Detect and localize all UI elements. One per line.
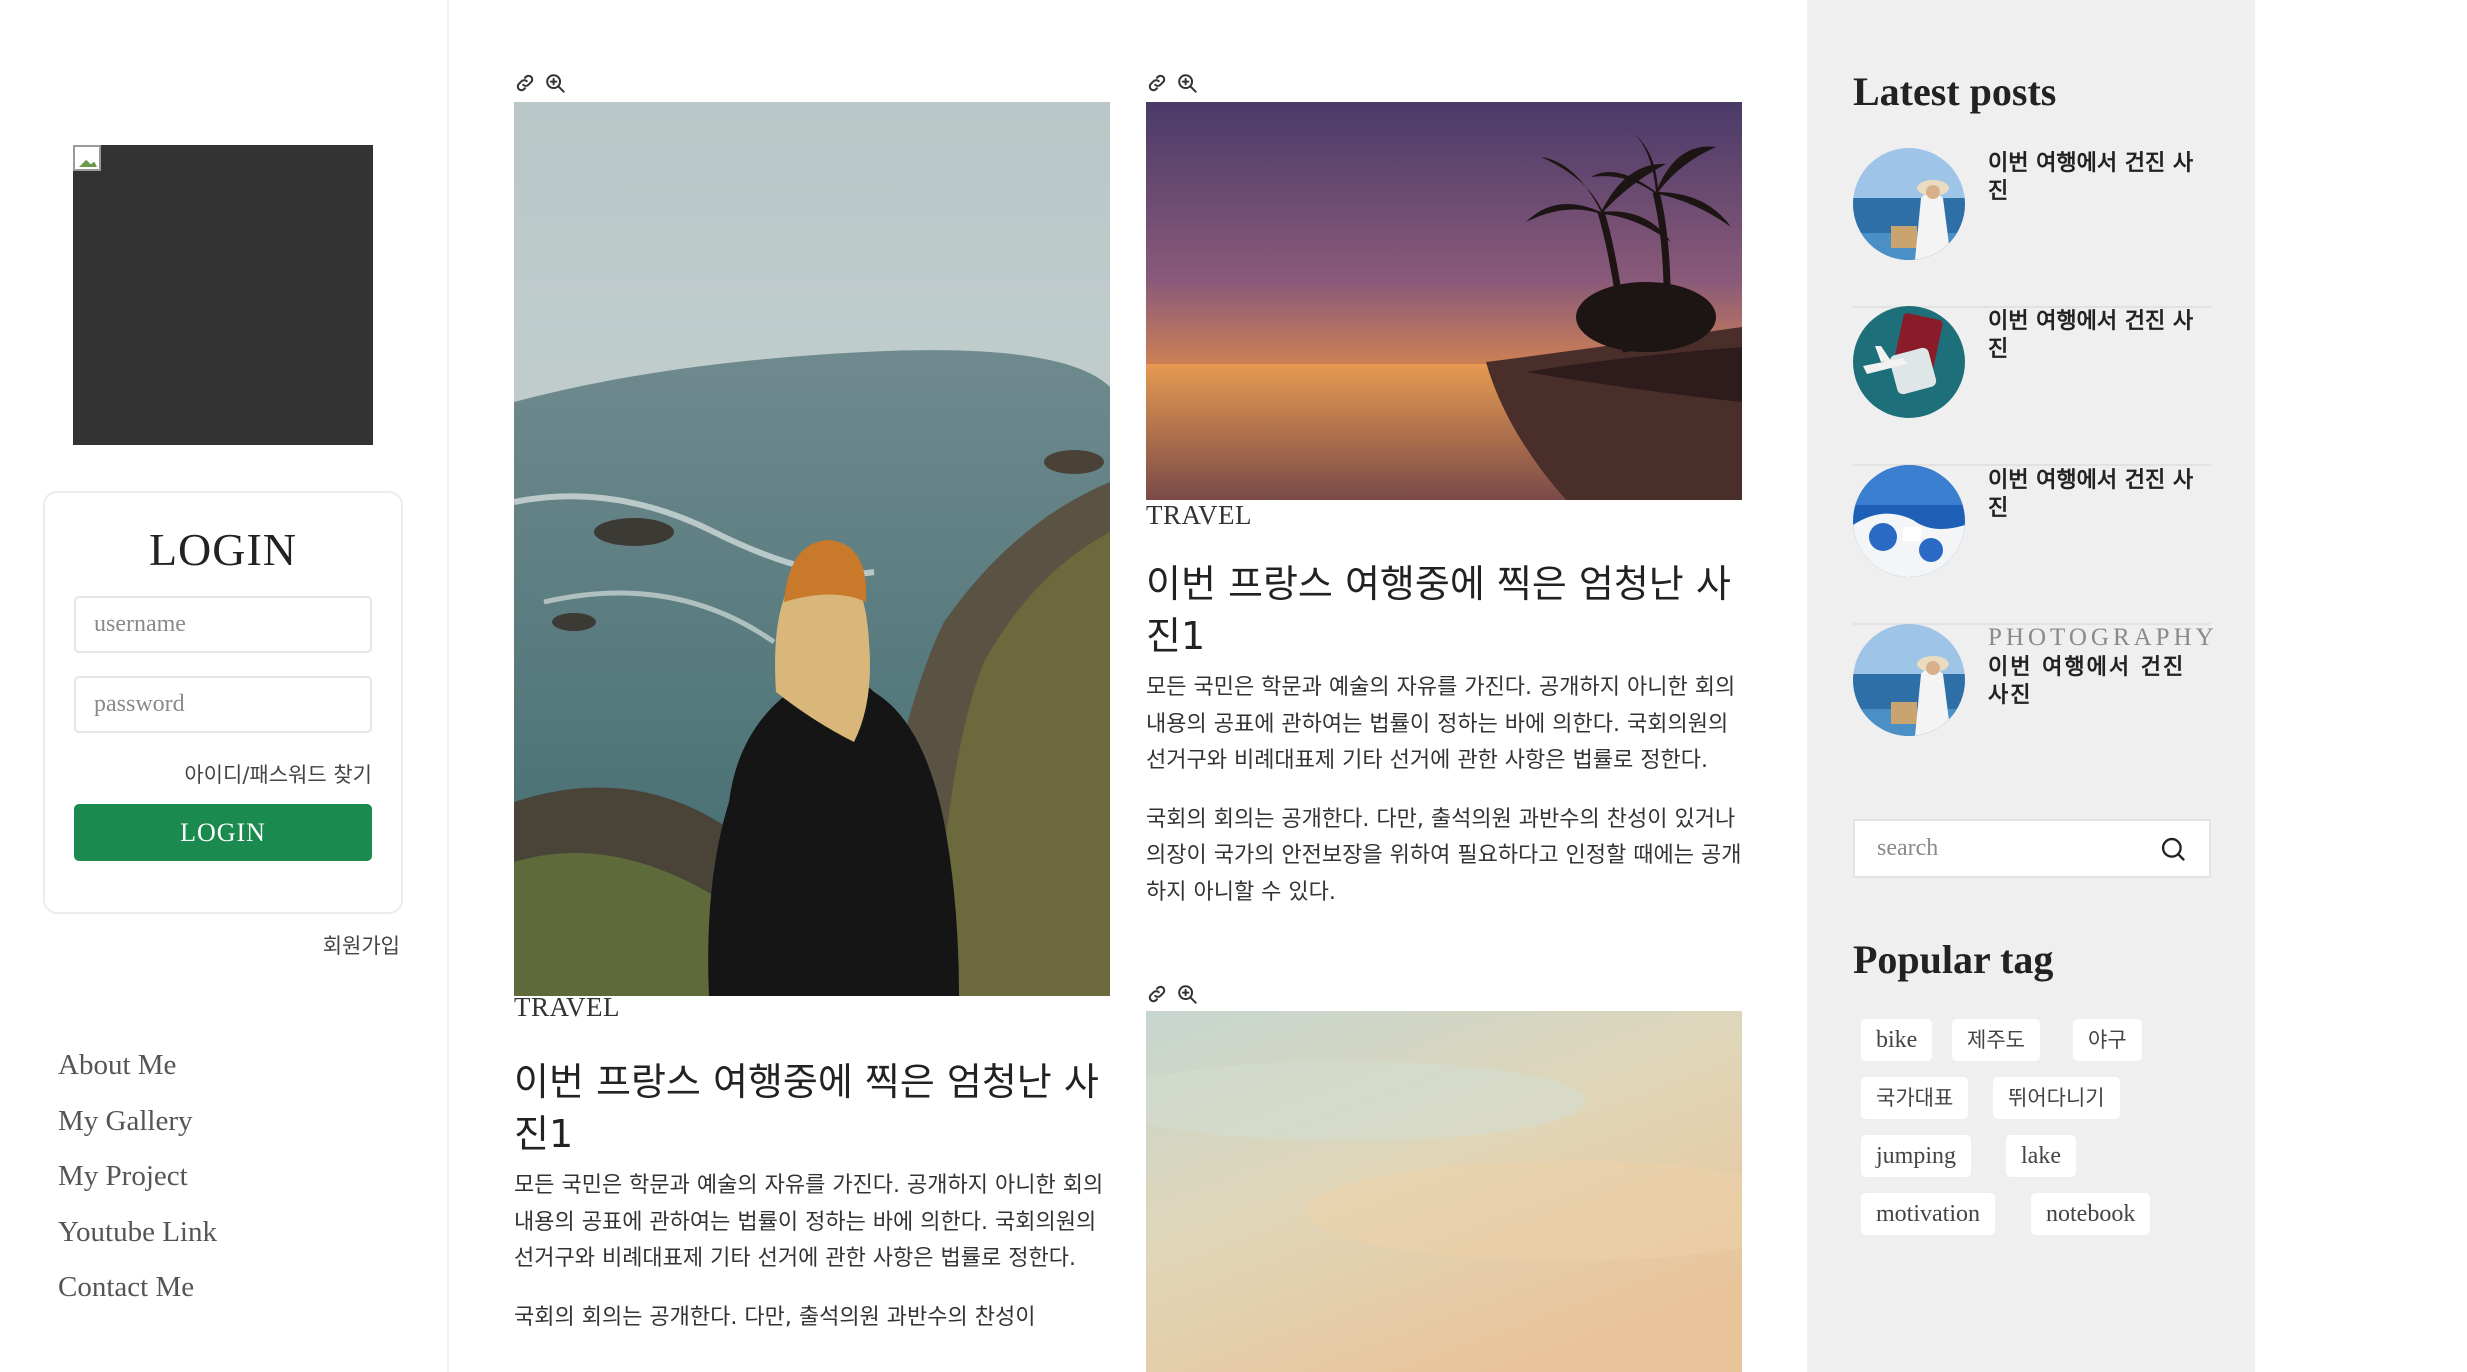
link-icon[interactable] xyxy=(514,72,536,94)
post-body: 모든 국민은 학문과 예술의 자유를 가진다. 공개하지 아니한 회의내용의 공… xyxy=(1146,670,1742,911)
post-title[interactable]: 이번 프랑스 여행중에 찍은 엄청난 사진1 xyxy=(514,1056,1110,1160)
zoom-in-icon[interactable] xyxy=(1176,72,1198,94)
tag-chip[interactable]: motivation xyxy=(1861,1193,1995,1235)
tag-chip[interactable]: bike xyxy=(1861,1019,1933,1061)
username-input[interactable] xyxy=(74,596,372,653)
post-card: TRAVEL 이번 프랑스 여행중에 찍은 엄청난 사진1 모든 국민은 학문과… xyxy=(514,72,1110,1372)
post-category[interactable]: TRAVEL xyxy=(1146,500,1252,531)
post-actions xyxy=(1146,72,1198,96)
search-box xyxy=(1853,819,2211,878)
post-paragraph: 모든 국민은 학문과 예술의 자유를 가진다. 공개하지 아니한 회의내용의 공… xyxy=(1146,675,1736,773)
latest-posts-title: Latest posts xyxy=(1853,69,2057,114)
latest-post-item[interactable]: 이번 여행에서 건진 사진 xyxy=(1853,306,2211,466)
tag-chip[interactable]: 제주도 xyxy=(1952,1019,2040,1061)
latest-post-title[interactable]: 이번 여행에서 건진 사진 xyxy=(1988,150,2213,206)
right-sidebar: Latest posts 이번 여행에서 건진 사진 이번 여행에서 건진 사진… xyxy=(1807,0,2255,1372)
tag-chip[interactable]: 야구 xyxy=(2073,1019,2142,1061)
signup-link[interactable]: 회원가입 xyxy=(323,930,400,960)
tag-chip[interactable]: 국가대표 xyxy=(1861,1077,1969,1119)
menu-item-my-gallery[interactable]: My Gallery xyxy=(58,1099,217,1155)
menu-item-about-me[interactable]: About Me xyxy=(58,1043,217,1099)
latest-post-title[interactable]: 이번 여행에서 건진 사진 xyxy=(1988,654,2213,710)
main-menu: About Me My Gallery My Project Youtube L… xyxy=(58,1043,217,1321)
latest-post-item[interactable]: 이번 여행에서 건진 사진 xyxy=(1853,148,2211,308)
latest-post-thumbnail[interactable] xyxy=(1853,624,1965,736)
post-actions xyxy=(1146,983,1198,1007)
latest-post-item[interactable]: 이번 여행에서 건진 사진 xyxy=(1853,465,2211,625)
latest-post-category[interactable]: PHOTOGRAPHY xyxy=(1988,624,2218,652)
post-paragraph: 국회의 회의는 공개한다. 다만, 출석의원 과반수의 찬성이 있거나 의장이 … xyxy=(1146,806,1742,905)
tag-chip[interactable]: notebook xyxy=(2031,1193,2151,1235)
post-title[interactable]: 이번 프랑스 여행중에 찍은 엄청난 사진1 xyxy=(1146,558,1742,662)
find-account-link[interactable]: 아이디/패스워드 찾기 xyxy=(184,759,372,789)
post-body: 모든 국민은 학문과 예술의 자유를 가진다. 공개하지 아니한 회의내용의 공… xyxy=(514,1168,1110,1336)
post-category[interactable]: TRAVEL xyxy=(514,992,620,1023)
search-icon[interactable] xyxy=(2159,835,2187,863)
login-button[interactable]: LOGIN xyxy=(74,804,372,861)
menu-item-my-project[interactable]: My Project xyxy=(58,1154,217,1210)
login-title: LOGIN xyxy=(148,524,298,575)
latest-post-thumbnail[interactable] xyxy=(1853,148,1965,260)
tag-chip[interactable]: jumping xyxy=(1861,1135,1972,1177)
search-input[interactable] xyxy=(1855,821,2145,876)
post-photo-sunset-palms[interactable] xyxy=(1146,102,1742,500)
zoom-in-icon[interactable] xyxy=(544,72,566,94)
zoom-in-icon[interactable] xyxy=(1176,983,1198,1005)
post-card xyxy=(1146,983,1742,1372)
latest-post-thumbnail[interactable] xyxy=(1853,465,1965,577)
link-icon[interactable] xyxy=(1146,72,1168,94)
post-paragraph: 모든 국민은 학문과 예술의 자유를 가진다. 공개하지 아니한 회의내용의 공… xyxy=(514,1173,1104,1271)
login-box: LOGIN 아이디/패스워드 찾기 LOGIN xyxy=(43,491,403,914)
latest-post-title[interactable]: 이번 여행에서 건진 사진 xyxy=(1988,467,2213,523)
menu-item-youtube-link[interactable]: Youtube Link xyxy=(58,1210,217,1266)
link-icon[interactable] xyxy=(1146,983,1168,1005)
password-input[interactable] xyxy=(74,676,372,733)
post-paragraph: 국회의 회의는 공개한다. 다만, 출석의원 과반수의 찬성이 xyxy=(514,1304,1036,1330)
post-actions xyxy=(514,72,566,96)
post-photo-cliff[interactable] xyxy=(514,102,1110,996)
profile-image xyxy=(73,145,373,445)
tag-chip[interactable]: lake xyxy=(2006,1135,2076,1177)
latest-post-title[interactable]: 이번 여행에서 건진 사진 xyxy=(1988,308,2213,364)
latest-post-item[interactable]: PHOTOGRAPHY 이번 여행에서 건진 사진 xyxy=(1853,624,2214,784)
latest-post-thumbnail[interactable] xyxy=(1853,306,1965,418)
menu-item-contact-me[interactable]: Contact Me xyxy=(58,1265,217,1321)
broken-image-icon xyxy=(73,145,101,171)
popular-tag-title: Popular tag xyxy=(1853,937,2054,982)
post-card: TRAVEL 이번 프랑스 여행중에 찍은 엄청난 사진1 모든 국민은 학문과… xyxy=(1146,72,1742,952)
tag-chip[interactable]: 뛰어다니기 xyxy=(1993,1077,2120,1119)
post-photo-pastel-sky[interactable] xyxy=(1146,1011,1742,1372)
left-sidebar: LOGIN 아이디/패스워드 찾기 LOGIN 회원가입 About Me My… xyxy=(0,0,449,1372)
